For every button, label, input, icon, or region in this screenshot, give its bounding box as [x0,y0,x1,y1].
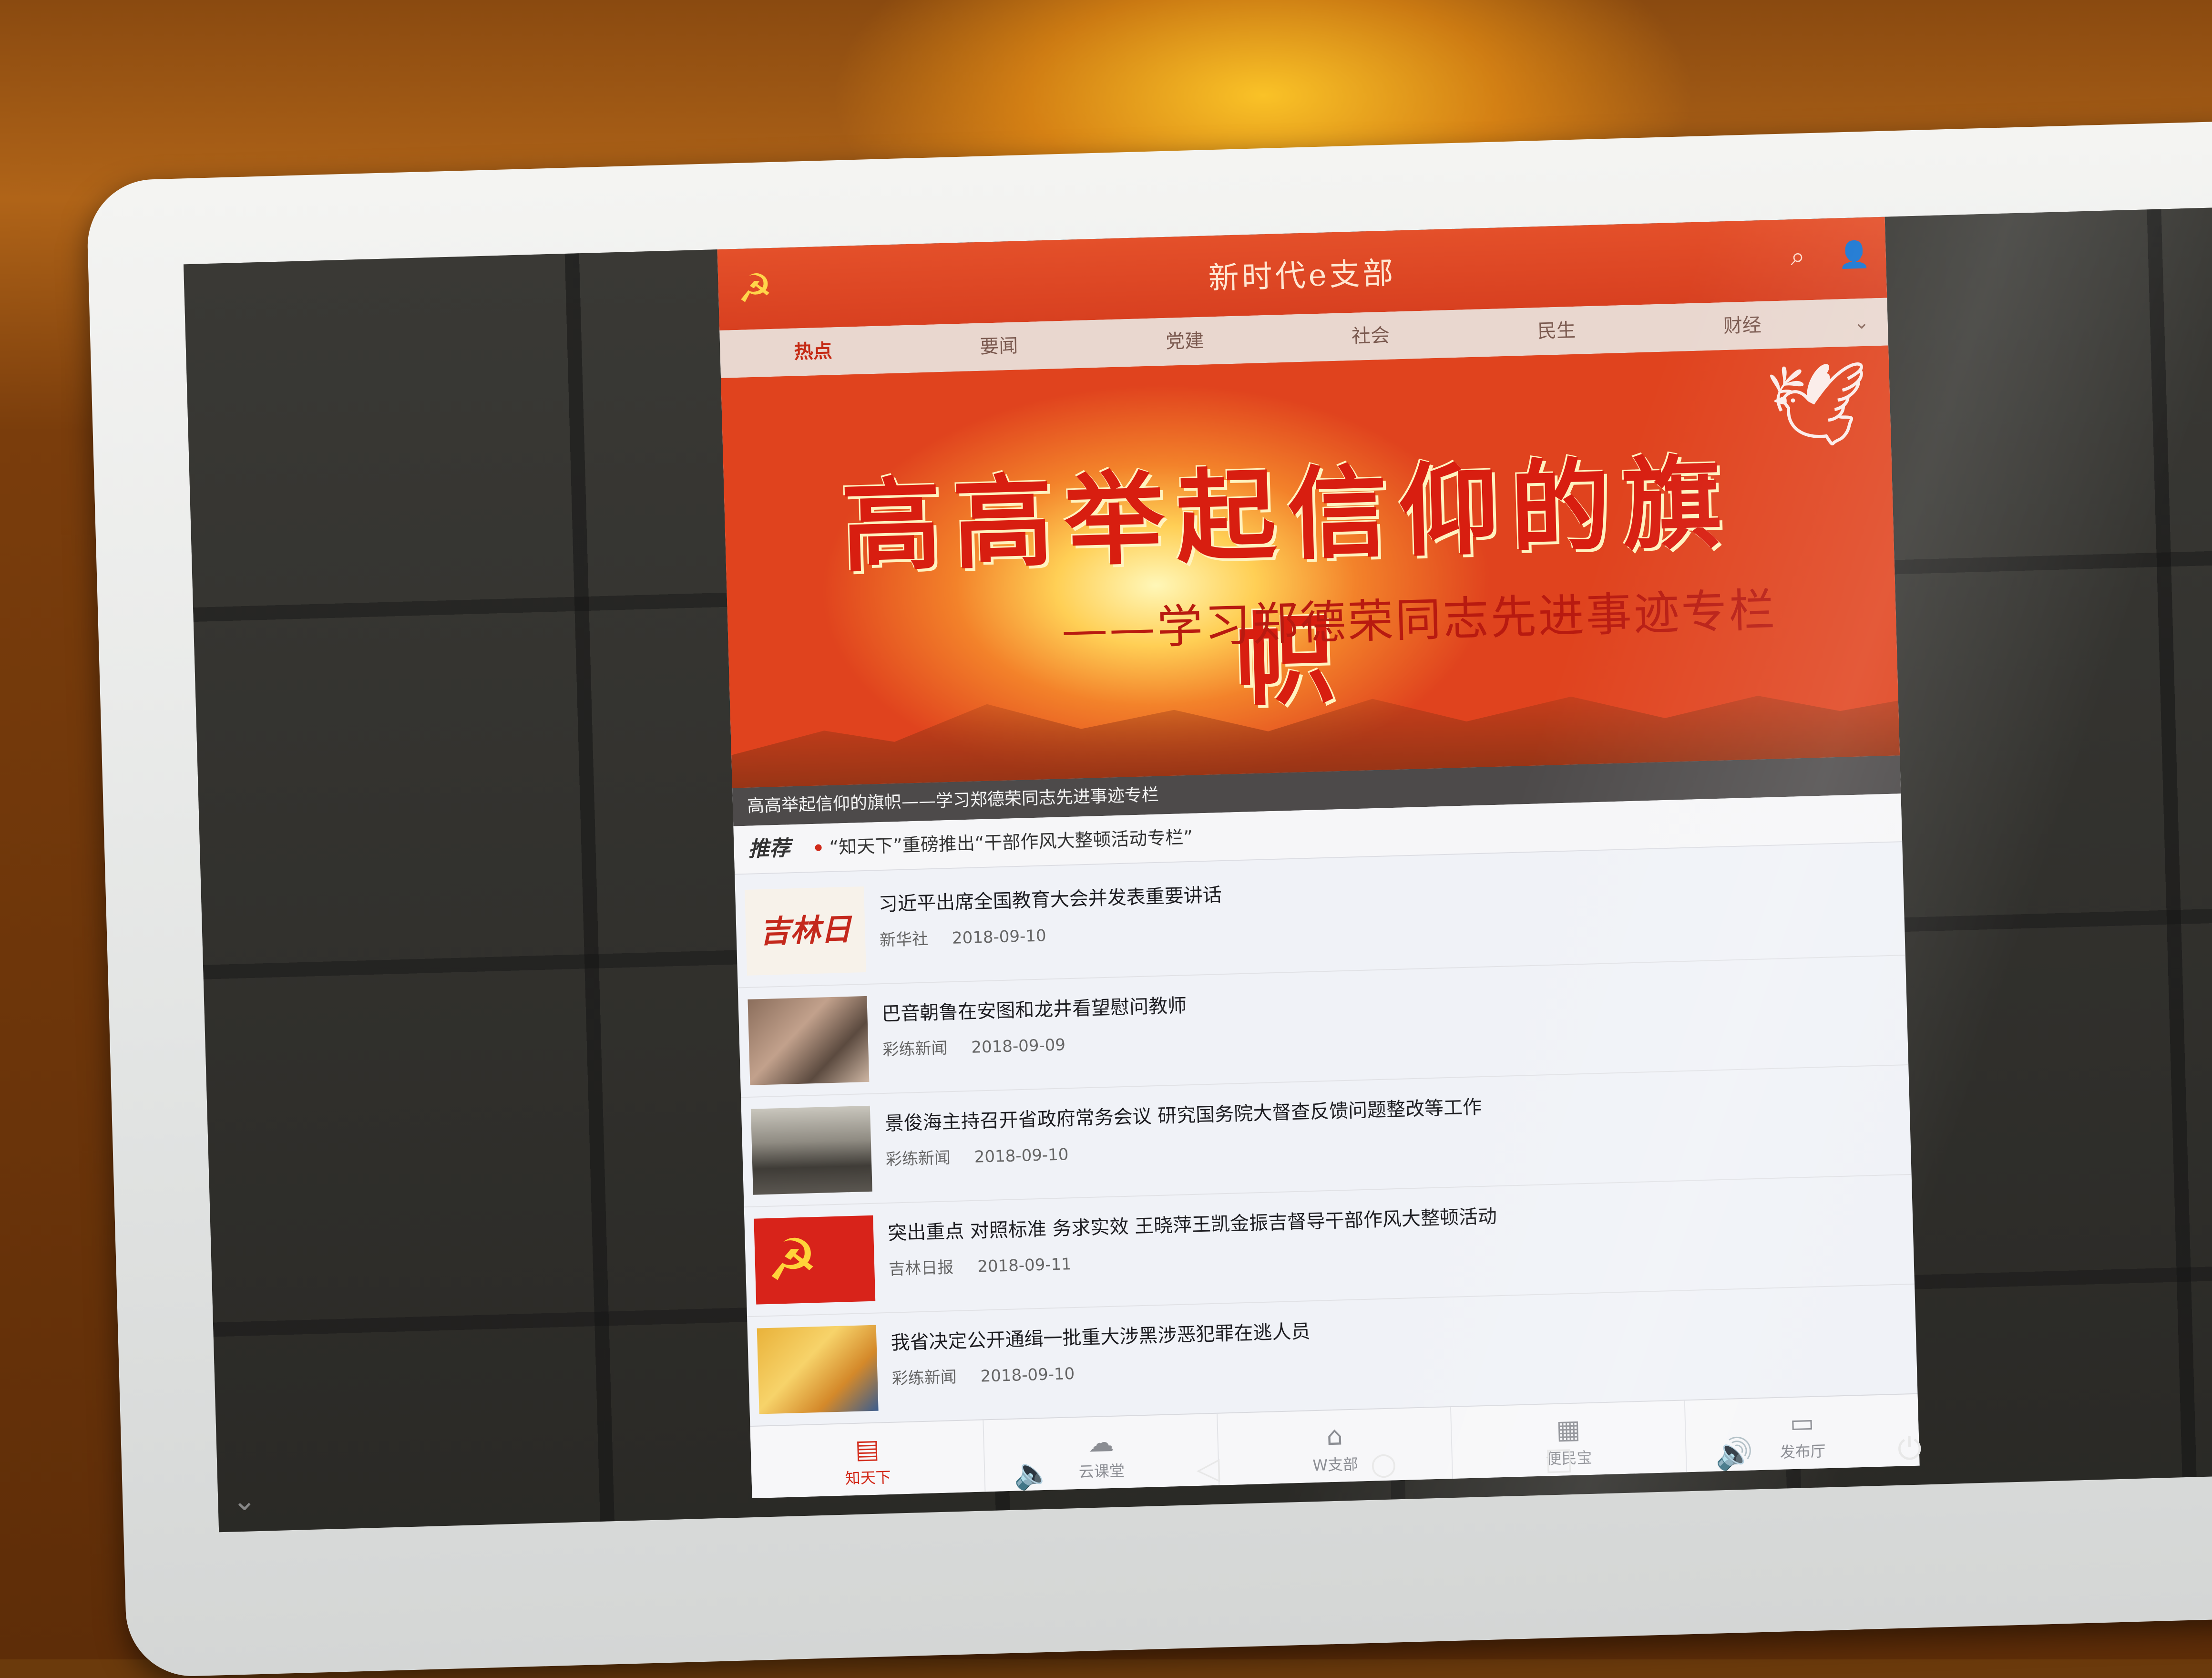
tab-hot[interactable]: 热点 [719,325,907,378]
news-title[interactable]: 景俊海主持召开省政府常务会议 研究国务院大督查反馈问题整改等工作 [884,1091,1482,1136]
news-date: 2018-09-10 [974,1145,1069,1167]
news-source: 彩练新闻 [891,1367,957,1389]
news-thumbnail: 吉林日报 [745,886,866,976]
tab-party-building[interactable]: 党建 [1091,315,1279,368]
app-title: 新时代e支部 [1208,256,1397,297]
news-source: 彩练新闻 [882,1039,948,1060]
news-title[interactable]: 习近平出席全国教育大会并发表重要讲话 [878,879,1222,916]
tab-finance[interactable]: 财经 [1649,299,1836,352]
banner-carousel[interactable]: 🕊 高高举起信仰的旗帜 ——学习郑德荣同志先进事迹专栏 [721,345,1900,788]
news-date: 2018-09-09 [971,1035,1066,1057]
news-meta: 彩练新闻 2018-09-10 [885,1141,1069,1170]
news-date: 2018-09-10 [980,1364,1075,1386]
news-meta: 吉林日报 2018-09-11 [889,1251,1072,1279]
tablet-device: ☭ 新时代e支部 ⌕ 👤 热点 要闻 党建 社会 民生 财经 ⌄ 🕊 高高举起信… [86,121,2212,1678]
recents-icon[interactable]: □ [1530,1432,1588,1486]
tab-headlines[interactable]: 要闻 [905,320,1093,373]
tab-livelihood[interactable]: 民生 [1463,305,1650,358]
recommend-label: 推荐 [748,836,791,862]
dove-icon: 🕊 [1764,356,1871,453]
recommend-text[interactable]: “知天下”重磅推出“干部作风大整顿活动专栏” [829,813,1193,871]
home-circle-icon[interactable]: ○ [1354,1437,1413,1491]
news-meta: 彩练新闻 2018-09-09 [882,1031,1066,1060]
news-thumbnail [757,1325,879,1414]
news-title[interactable]: 突出重点 对照标准 务求实效 王晓萍王凯金振吉督导干部作风大整顿活动 [887,1201,1497,1246]
news-source: 彩练新闻 [885,1148,951,1169]
news-thumbnail [750,1105,872,1195]
recommend-dot [815,844,822,851]
news-title[interactable]: 巴音朝鲁在安图和龙井看望慰问教师 [881,990,1187,1026]
news-date: 2018-09-11 [977,1255,1072,1277]
tablet-screen: ☭ 新时代e支部 ⌕ 👤 热点 要闻 党建 社会 民生 财经 ⌄ 🕊 高高举起信… [183,206,2212,1533]
double-chevron-icon[interactable]: ⌄ [232,1483,256,1517]
party-flag-icon: ☭ [754,1215,876,1305]
news-title[interactable]: 我省决定公开通缉一批重大涉黑涉恶犯罪在逃人员 [891,1316,1311,1355]
news-list: 吉林日报 习近平出席全国教育大会并发表重要讲话 新华社 2018-09-10 巴音… [735,846,1918,1427]
news-meta: 新华社 2018-09-10 [879,922,1047,950]
news-date: 2018-09-10 [952,926,1047,948]
nav-zhitianxia[interactable]: ▤ 知天下 [750,1420,986,1499]
news-meta: 彩练新闻 2018-09-10 [891,1360,1075,1389]
search-icon[interactable]: ⌕ [1790,241,1820,271]
back-icon[interactable]: ◁ [1179,1442,1238,1496]
news-thumbnail [748,996,870,1085]
volume-up-icon[interactable]: 🔊 [1705,1427,1763,1481]
newspaper-icon: ▤ [854,1433,880,1464]
news-source: 吉林日报 [888,1258,954,1279]
power-icon[interactable]: ⏻ [1880,1422,1939,1476]
user-icon[interactable]: 👤 [1838,239,1871,270]
volume-down-icon[interactable]: 🔈 [1004,1447,1062,1501]
news-app: ☭ 新时代e支部 ⌕ 👤 热点 要闻 党建 社会 民生 财经 ⌄ 🕊 高高举起信… [717,216,1920,1499]
news-source: 新华社 [879,929,929,950]
chevron-down-icon[interactable]: ⌄ [1834,298,1888,347]
tab-society[interactable]: 社会 [1277,309,1464,362]
